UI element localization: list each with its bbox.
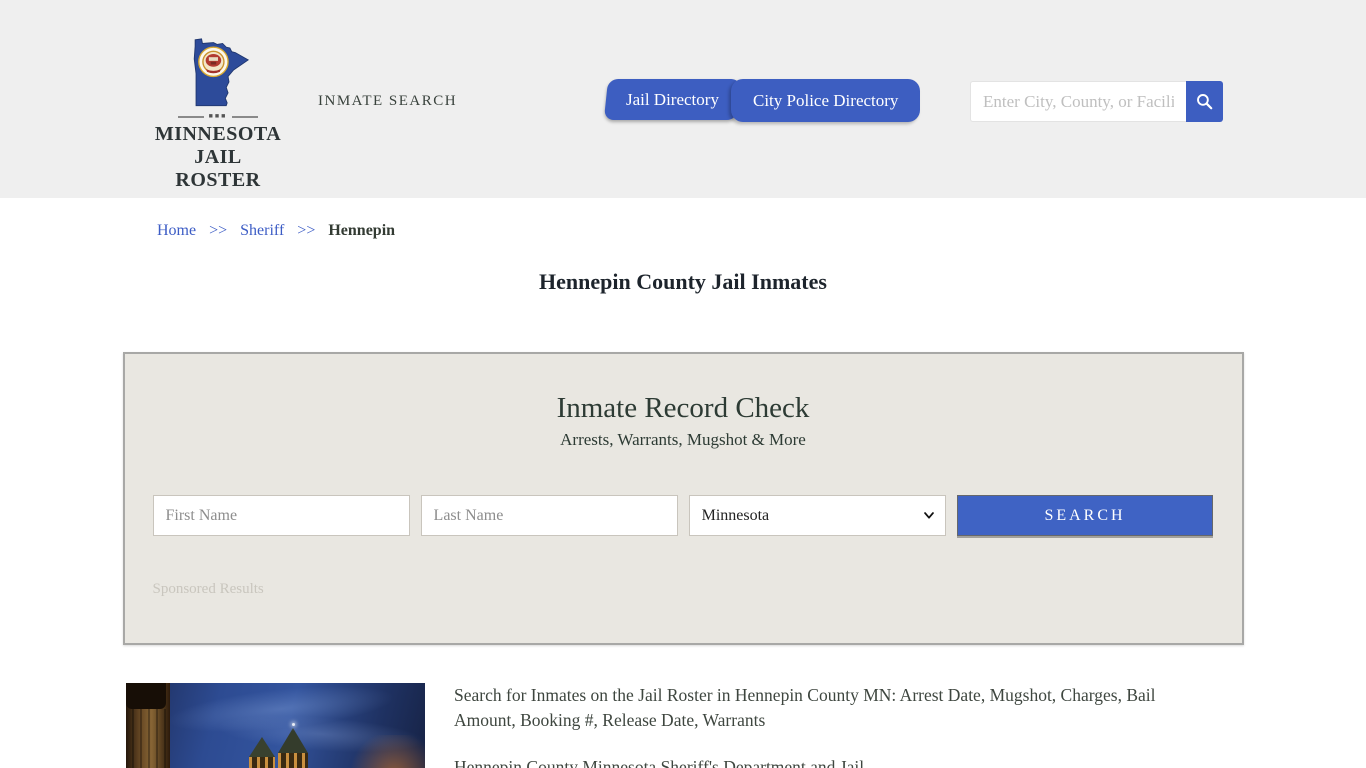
inmate-record-check-box: Inmate Record Check Arrests, Warrants, M… (123, 352, 1244, 645)
logo-divider: ■■■ (168, 113, 268, 120)
page-title: Hennepin County Jail Inmates (0, 269, 1366, 295)
site-logo[interactable]: ■■■ MINNESOTA JAIL ROSTER (150, 30, 286, 192)
breadcrumb-current: Hennepin (328, 222, 395, 239)
spire-windows (278, 753, 308, 768)
record-check-form: Minnesota SEARCH (125, 495, 1242, 536)
county-result-row: Search for Inmates on the Jail Roster in… (126, 683, 1366, 768)
first-name-input[interactable] (153, 495, 410, 536)
county-description: Search for Inmates on the Jail Roster in… (454, 683, 1191, 768)
sponsored-results-label: Sponsored Results (153, 581, 1242, 598)
state-select-wrap: Minnesota (689, 495, 946, 536)
record-check-heading: Inmate Record Check (125, 392, 1242, 425)
state-select[interactable]: Minnesota (689, 495, 946, 536)
site-header: ■■■ MINNESOTA JAIL ROSTER INMATE SEARCH … (0, 0, 1366, 198)
jail-directory-button[interactable]: Jail Directory (604, 79, 741, 120)
record-check-subheading: Arrests, Warrants, Mugshot & More (125, 430, 1242, 450)
logo-title-line1: MINNESOTA (150, 123, 286, 146)
breadcrumb-separator: >> (297, 222, 315, 239)
record-search-button[interactable]: SEARCH (957, 495, 1214, 536)
city-police-directory-label: City Police Directory (753, 91, 898, 111)
city-police-directory-button[interactable]: City Police Directory (731, 79, 920, 122)
spire-shape (278, 728, 308, 753)
clock-tower-shape (126, 683, 170, 768)
logo-title-line2: JAIL ROSTER (150, 146, 286, 192)
breadcrumb-home-link[interactable]: Home (157, 222, 196, 239)
jail-directory-label: Jail Directory (626, 90, 719, 110)
county-intro-paragraph: Search for Inmates on the Jail Roster in… (454, 683, 1191, 733)
county-second-paragraph: Hennepin County Minnesota Sheriff's Depa… (454, 755, 1191, 768)
courthouse-night-photo (126, 683, 425, 768)
spire-windows (249, 757, 275, 768)
breadcrumb-separator: >> (209, 222, 227, 239)
last-name-input[interactable] (421, 495, 678, 536)
header-search (970, 81, 1223, 122)
spire-light (292, 723, 295, 726)
breadcrumb-sheriff-link[interactable]: Sheriff (240, 222, 284, 239)
main-content: Home >> Sheriff >> Hennepin Hennepin Cou… (0, 222, 1366, 768)
facility-search-input[interactable] (970, 81, 1186, 122)
minnesota-state-icon (186, 30, 250, 110)
header-nav: Jail Directory City Police Directory (606, 79, 920, 122)
city-glow (339, 735, 425, 768)
search-submit-button[interactable] (1186, 81, 1223, 122)
inmate-search-tagline: INMATE SEARCH (318, 93, 457, 110)
spire-shape (249, 737, 275, 757)
breadcrumb: Home >> Sheriff >> Hennepin (157, 222, 1366, 240)
magnifier-icon (1195, 92, 1214, 111)
